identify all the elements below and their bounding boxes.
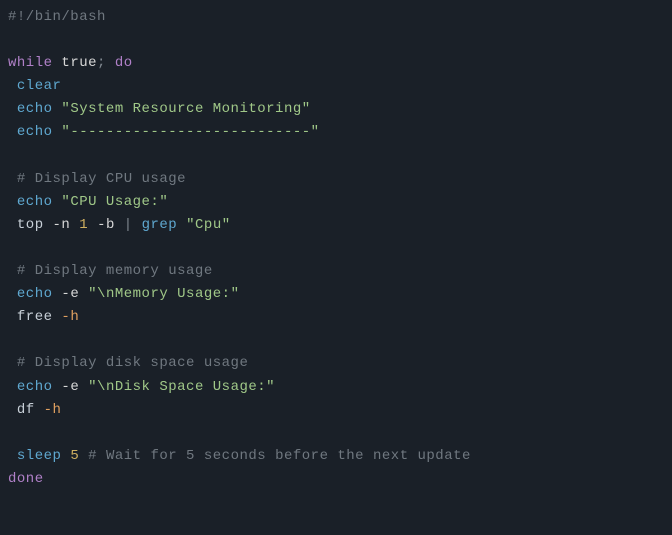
string-cpu: "CPU Usage:" bbox=[61, 194, 168, 210]
string-title: "System Resource Monitoring" bbox=[61, 101, 310, 117]
true-literal: true bbox=[61, 55, 97, 71]
cmd-grep: grep bbox=[142, 217, 178, 233]
string-dashes: "---------------------------" bbox=[61, 124, 319, 140]
cmd-echo: echo bbox=[17, 124, 53, 140]
comment-mem: # Display memory usage bbox=[17, 263, 213, 279]
value-1: 1 bbox=[79, 217, 88, 233]
sleep-value: 5 bbox=[70, 448, 79, 464]
code-block: #!/bin/bash while true; do clear echo "S… bbox=[8, 6, 664, 491]
shebang-line: #!/bin/bash bbox=[8, 9, 106, 25]
flag-e: -e bbox=[61, 379, 79, 395]
cmd-top: top bbox=[17, 217, 44, 233]
flag-h: -h bbox=[61, 309, 79, 325]
cmd-clear: clear bbox=[17, 78, 62, 94]
cmd-sleep: sleep bbox=[17, 448, 62, 464]
keyword-while: while bbox=[8, 55, 53, 71]
cmd-echo: echo bbox=[17, 286, 53, 302]
flag-b: -b bbox=[97, 217, 115, 233]
comment-disk: # Display disk space usage bbox=[17, 355, 248, 371]
flag-n: -n bbox=[53, 217, 71, 233]
flag-e: -e bbox=[61, 286, 79, 302]
comment-sleep: # Wait for 5 seconds before the next upd… bbox=[88, 448, 471, 464]
cmd-echo: echo bbox=[17, 194, 53, 210]
string-cpu-grep: "Cpu" bbox=[186, 217, 231, 233]
pipe: | bbox=[124, 217, 133, 233]
cmd-echo: echo bbox=[17, 101, 53, 117]
keyword-do: do bbox=[115, 55, 133, 71]
cmd-df: df bbox=[17, 402, 35, 418]
keyword-done: done bbox=[8, 471, 44, 487]
flag-h: -h bbox=[44, 402, 62, 418]
comment-cpu: # Display CPU usage bbox=[17, 171, 186, 187]
string-disk: "\nDisk Space Usage:" bbox=[88, 379, 275, 395]
cmd-echo: echo bbox=[17, 379, 53, 395]
string-mem: "\nMemory Usage:" bbox=[88, 286, 239, 302]
cmd-free: free bbox=[17, 309, 53, 325]
semicolon: ; bbox=[97, 55, 106, 71]
